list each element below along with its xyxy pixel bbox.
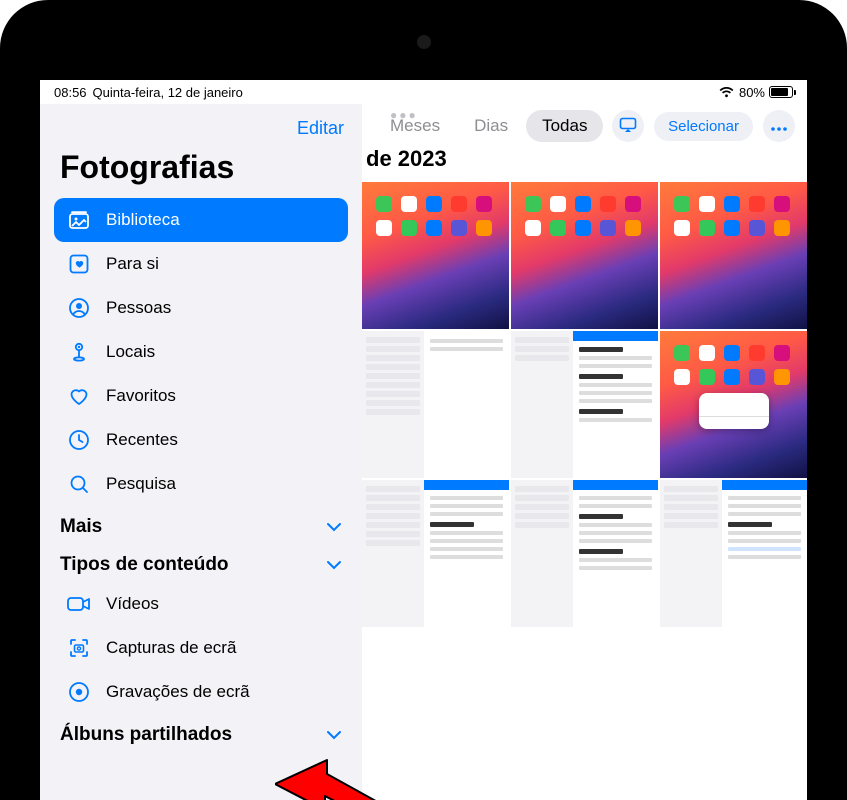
sidebar-item-for-you[interactable]: Para si xyxy=(54,242,348,286)
photo-thumb[interactable] xyxy=(511,331,658,478)
sidebar-item-recents[interactable]: Recentes xyxy=(54,418,348,462)
chevron-down-icon xyxy=(326,554,342,576)
airplay-icon xyxy=(619,117,637,136)
segment-all[interactable]: Todas xyxy=(526,110,603,142)
video-icon xyxy=(66,591,92,617)
photo-thumb[interactable] xyxy=(660,331,807,478)
sidebar-item-label: Capturas de ecrã xyxy=(106,638,236,658)
chevron-down-icon xyxy=(326,516,342,538)
section-header-shared-albums[interactable]: Álbuns partilhados xyxy=(40,714,362,752)
wifi-icon xyxy=(718,86,735,98)
photo-thumb[interactable] xyxy=(362,480,509,627)
photo-thumb[interactable] xyxy=(660,480,807,627)
photo-thumb[interactable] xyxy=(362,182,509,329)
sidebar-item-label: Recentes xyxy=(106,430,178,450)
grid-heading: de 2023 xyxy=(362,142,807,182)
more-button[interactable] xyxy=(763,110,795,142)
library-icon xyxy=(66,207,92,233)
drag-handle-icon[interactable]: ●●● xyxy=(390,108,418,122)
sidebar-item-library[interactable]: Biblioteca xyxy=(54,198,348,242)
battery-percent: 80% xyxy=(739,85,765,100)
photo-thumb[interactable] xyxy=(511,182,658,329)
airplay-button[interactable] xyxy=(612,110,644,142)
sidebar-item-screen-recordings[interactable]: Gravações de ecrã xyxy=(54,670,348,714)
sidebar-item-label: Locais xyxy=(106,342,155,362)
battery-icon xyxy=(769,86,793,98)
record-circle-icon xyxy=(66,679,92,705)
segment-days[interactable]: Dias xyxy=(458,110,524,142)
photo-thumb[interactable] xyxy=(660,182,807,329)
ipad-bezel: 08:56 Quinta-feira, 12 de janeiro 80% ●●… xyxy=(0,0,847,800)
photo-thumb[interactable] xyxy=(511,480,658,627)
toolbar: Meses Dias Todas Selecionar xyxy=(362,104,807,142)
heart-icon xyxy=(66,383,92,409)
sidebar-item-screenshots[interactable]: Capturas de ecrã xyxy=(54,626,348,670)
status-date: Quinta-feira, 12 de janeiro xyxy=(93,85,243,100)
sidebar-title: Fotografias xyxy=(40,143,362,198)
map-pin-icon xyxy=(66,339,92,365)
sidebar: Editar Fotografias Biblioteca Para xyxy=(40,104,362,800)
photo-thumb[interactable] xyxy=(362,331,509,478)
sidebar-item-label: Pesquisa xyxy=(106,474,176,494)
sidebar-item-search[interactable]: Pesquisa xyxy=(54,462,348,506)
more-icon xyxy=(770,119,788,134)
search-icon xyxy=(66,471,92,497)
section-label: Álbuns partilhados xyxy=(60,724,232,746)
section-label: Mais xyxy=(60,516,102,538)
section-header-content-types[interactable]: Tipos de conteúdo xyxy=(40,544,362,582)
sidebar-item-label: Vídeos xyxy=(106,594,159,614)
section-label: Tipos de conteúdo xyxy=(60,554,229,576)
sidebar-item-places[interactable]: Locais xyxy=(54,330,348,374)
edit-button[interactable]: Editar xyxy=(297,118,344,139)
for-you-icon xyxy=(66,251,92,277)
section-header-more[interactable]: Mais xyxy=(40,506,362,544)
person-circle-icon xyxy=(66,295,92,321)
sidebar-item-videos[interactable]: Vídeos xyxy=(54,582,348,626)
select-button[interactable]: Selecionar xyxy=(654,112,753,141)
status-bar: 08:56 Quinta-feira, 12 de janeiro 80% xyxy=(40,80,807,104)
camera-viewfinder-icon xyxy=(66,635,92,661)
front-camera xyxy=(417,35,431,49)
sidebar-item-favorites[interactable]: Favoritos xyxy=(54,374,348,418)
photo-grid xyxy=(362,182,807,627)
sidebar-item-label: Favoritos xyxy=(106,386,176,406)
status-time: 08:56 xyxy=(54,85,87,100)
sidebar-item-label: Para si xyxy=(106,254,159,274)
main-content: Meses Dias Todas Selecionar xyxy=(362,104,807,800)
sidebar-item-label: Pessoas xyxy=(106,298,171,318)
screen: 08:56 Quinta-feira, 12 de janeiro 80% ●●… xyxy=(40,80,807,800)
sidebar-item-label: Gravações de ecrã xyxy=(106,682,250,702)
clock-icon xyxy=(66,427,92,453)
chevron-down-icon xyxy=(326,724,342,746)
sidebar-item-people[interactable]: Pessoas xyxy=(54,286,348,330)
sidebar-item-label: Biblioteca xyxy=(106,210,180,230)
